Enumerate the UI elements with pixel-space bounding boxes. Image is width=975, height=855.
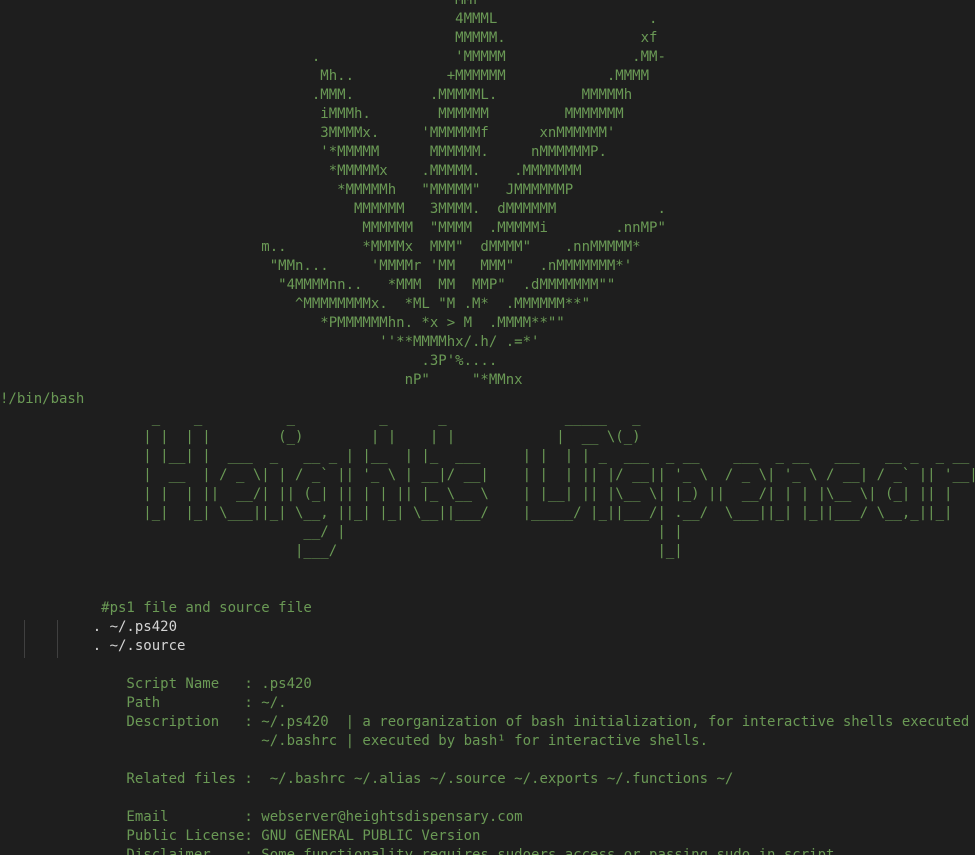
code-line[interactable] bbox=[0, 789, 975, 808]
code-line[interactable]: '*MMMMM MMMMMM. nMMMMMMP. bbox=[0, 143, 975, 162]
code-line[interactable] bbox=[0, 580, 975, 599]
code-line[interactable]: |___/ |_| |___/ bbox=[0, 542, 975, 561]
code-line[interactable]: | __ | / _ \| | / _` || '_ \ | __|/ __| … bbox=[0, 466, 975, 485]
code-line[interactable]: *MMMMMx .MMMMM. .MMMMMMM bbox=[0, 162, 975, 181]
code-line[interactable]: Path : ~/. bbox=[0, 694, 975, 713]
code-line[interactable]: |_| |_| \___||_| \__, ||_| |_| \__||___/… bbox=[0, 504, 975, 523]
code-line[interactable]: Public License: GNU GENERAL PUBLIC Versi… bbox=[0, 827, 975, 846]
code-line[interactable]: ~/.bashrc | executed by bash¹ for intera… bbox=[0, 732, 975, 751]
code-lines[interactable]: MMr 4MMML . MMMMM. xf . 'MMMMM .MM- Mh..… bbox=[0, 0, 975, 855]
code-line[interactable]: Disclaimer : Some functionality requires… bbox=[0, 846, 975, 855]
code-line[interactable]: . ~/.ps420 bbox=[0, 618, 975, 637]
code-line[interactable]: #ps1 file and source file bbox=[0, 599, 975, 618]
code-line[interactable]: "MMn... 'MMMMr 'MM MMM" .nMMMMMMM*' bbox=[0, 257, 975, 276]
code-line[interactable]: ^MMMMMMMMx. *ML "M .M* .MMMMMM**" bbox=[0, 295, 975, 314]
code-line[interactable]: MMMMMM "MMMM .MMMMMi .nnMP" bbox=[0, 219, 975, 238]
code-line[interactable]: .3P'%.... bbox=[0, 352, 975, 371]
code-line[interactable]: MMr bbox=[0, 0, 975, 10]
code-line[interactable]: | | | | (_) | | | | | __ \(_) bbox=[0, 428, 975, 447]
code-line[interactable]: *PMMMMMMhn. *x > M .MMMM**"" bbox=[0, 314, 975, 333]
code-line[interactable]: 3MMMMx. 'MMMMMMf xnMMMMMM' bbox=[0, 124, 975, 143]
code-line[interactable]: Related files : ~/.bashrc ~/.alias ~/.so… bbox=[0, 770, 975, 789]
code-line[interactable]: MMMMMM 3MMMM. dMMMMMM . bbox=[0, 200, 975, 219]
code-line[interactable]: __/ | | | __/ | bbox=[0, 523, 975, 542]
code-line[interactable]: ''**MMMMhx/.h/ .=*' bbox=[0, 333, 975, 352]
code-line[interactable]: . ~/.source bbox=[0, 637, 975, 656]
code-line[interactable] bbox=[0, 751, 975, 770]
code-line[interactable]: iMMMh. MMMMMM MMMMMMM bbox=[0, 105, 975, 124]
code-line[interactable]: Description : ~/.ps420 | a reorganizatio… bbox=[0, 713, 975, 732]
code-line[interactable]: !/bin/bash bbox=[0, 390, 975, 409]
code-line[interactable]: Mh.. +MMMMMM .MMMM bbox=[0, 67, 975, 86]
code-editor[interactable]: MMr 4MMML . MMMMM. xf . 'MMMMM .MM- Mh..… bbox=[0, 0, 975, 855]
code-line[interactable]: "4MMMMnn.. *MMM MM MMP" .dMMMMMMM"" bbox=[0, 276, 975, 295]
code-line[interactable]: | | | || __/| || (_| || | | || |_ \__ \ … bbox=[0, 485, 975, 504]
code-line[interactable]: Email : webserver@heightsdispensary.com bbox=[0, 808, 975, 827]
code-line[interactable]: m.. *MMMMx MMM" dMMMM" .nnMMMMM* bbox=[0, 238, 975, 257]
code-line[interactable]: MMMMM. xf bbox=[0, 29, 975, 48]
code-line[interactable]: nP" "*MMnx bbox=[0, 371, 975, 390]
code-line[interactable]: _ _ _ _ _ _____ _ bbox=[0, 409, 975, 428]
code-line[interactable] bbox=[0, 656, 975, 675]
code-line[interactable] bbox=[0, 561, 975, 580]
code-line[interactable]: 4MMML . bbox=[0, 10, 975, 29]
code-line[interactable]: *MMMMMh "MMMMM" JMMMMMMP bbox=[0, 181, 975, 200]
code-line[interactable]: Script Name : .ps420 bbox=[0, 675, 975, 694]
code-line[interactable]: . 'MMMMM .MM- bbox=[0, 48, 975, 67]
code-line[interactable]: .MMM. .MMMMML. MMMMMh bbox=[0, 86, 975, 105]
code-line[interactable]: | |__| | ___ _ __ _ | |__ | |_ ___ | | |… bbox=[0, 447, 975, 466]
